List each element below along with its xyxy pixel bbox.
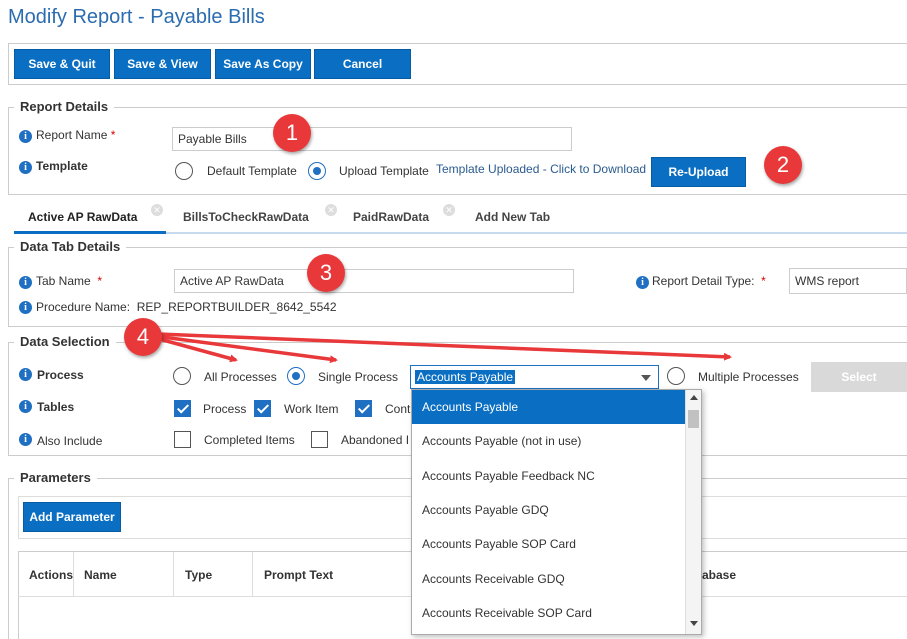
annotation-badge-1: 1 bbox=[273, 114, 311, 152]
annotation-badge-4: 4 bbox=[124, 318, 162, 356]
annotation-badge-2: 2 bbox=[764, 146, 802, 184]
arrow-to-multiple-processes bbox=[157, 332, 732, 361]
annotation-badge-3: 3 bbox=[307, 254, 345, 292]
